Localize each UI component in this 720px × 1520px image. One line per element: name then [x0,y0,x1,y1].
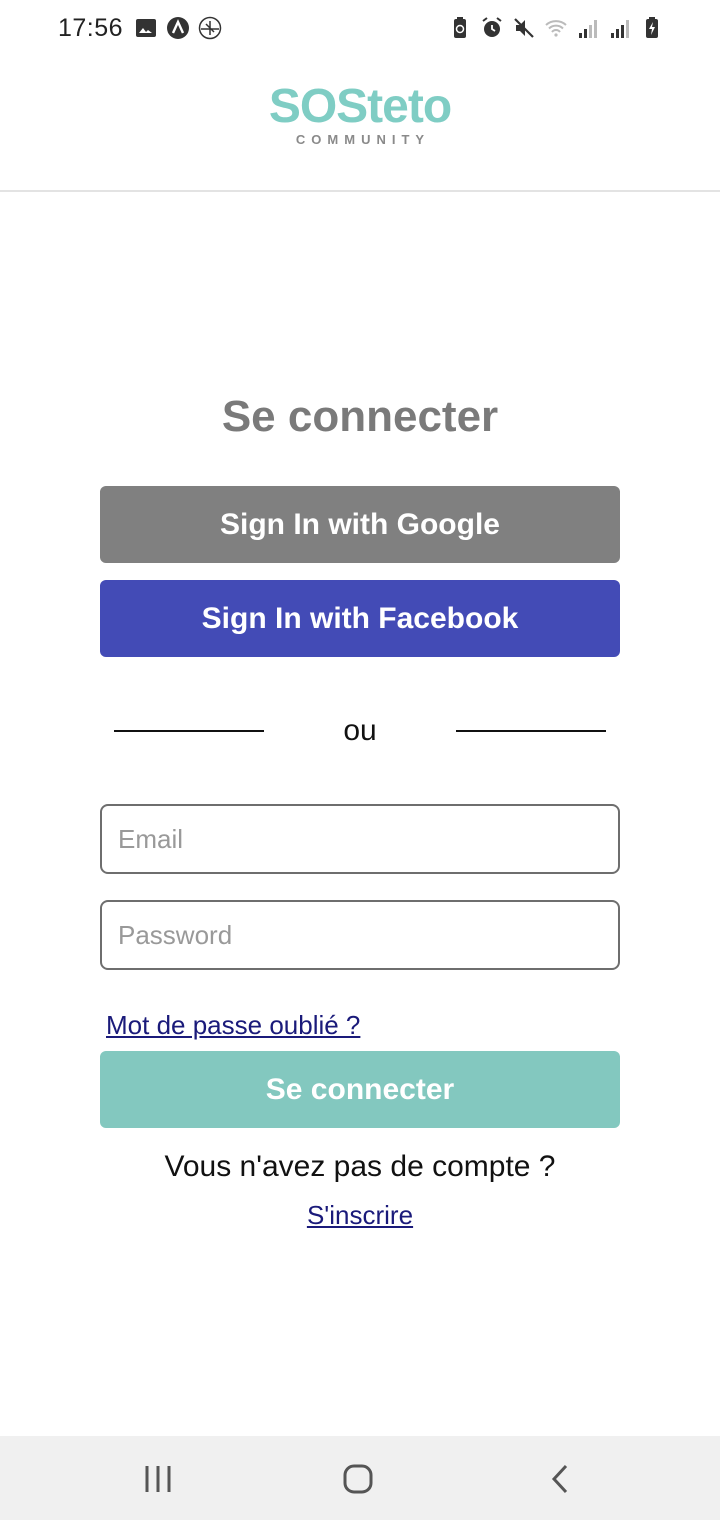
system-nav-bar [0,1436,720,1520]
logo-sub-text: COMMUNITY [295,132,431,147]
app-a-icon [167,17,189,39]
airplane-app-icon [198,16,222,40]
facebook-signin-button[interactable]: Sign In with Facebook [100,580,620,657]
login-button[interactable]: Se connecter [100,1051,620,1128]
app-header: SOSteto COMMUNITY [0,58,720,192]
signal-2-icon [611,20,629,38]
sosteto-logo: SOSteto COMMUNITY [0,82,720,148]
back-icon[interactable] [540,1462,580,1496]
signup-link[interactable]: S'inscrire [307,1200,413,1230]
signal-1-icon [579,20,597,38]
signup-link-container: S'inscrire [0,1200,720,1231]
no-account-text: Vous n'avez pas de compte ? [164,1150,556,1183]
page-title: Se connecter [221,392,499,441]
email-field[interactable] [100,804,620,874]
google-signin-button[interactable]: Sign In with Google [100,486,620,563]
wifi-icon [545,20,567,37]
status-bar: 17:56 [0,0,720,58]
status-right-icons [448,16,664,40]
home-icon[interactable] [338,1462,378,1496]
forgot-password-link[interactable]: Mot de passe oublié ? [106,1010,360,1041]
divider-text: ou [343,714,377,747]
status-time: 17:56 [58,14,124,42]
password-field[interactable] [100,900,620,970]
battery-saver-icon [454,17,466,38]
logo-main-text: SOSteto [268,80,452,133]
recents-icon[interactable] [138,1462,178,1496]
alarm-icon [482,17,502,37]
divider-line-right [456,730,606,732]
status-left-icons [134,16,222,40]
mute-icon [514,18,534,38]
image-icon [136,19,156,37]
battery-charging-icon [646,17,658,38]
login-screen: 17:56 SOSteto COMMUNITY Se connecter Sig… [0,0,720,1520]
